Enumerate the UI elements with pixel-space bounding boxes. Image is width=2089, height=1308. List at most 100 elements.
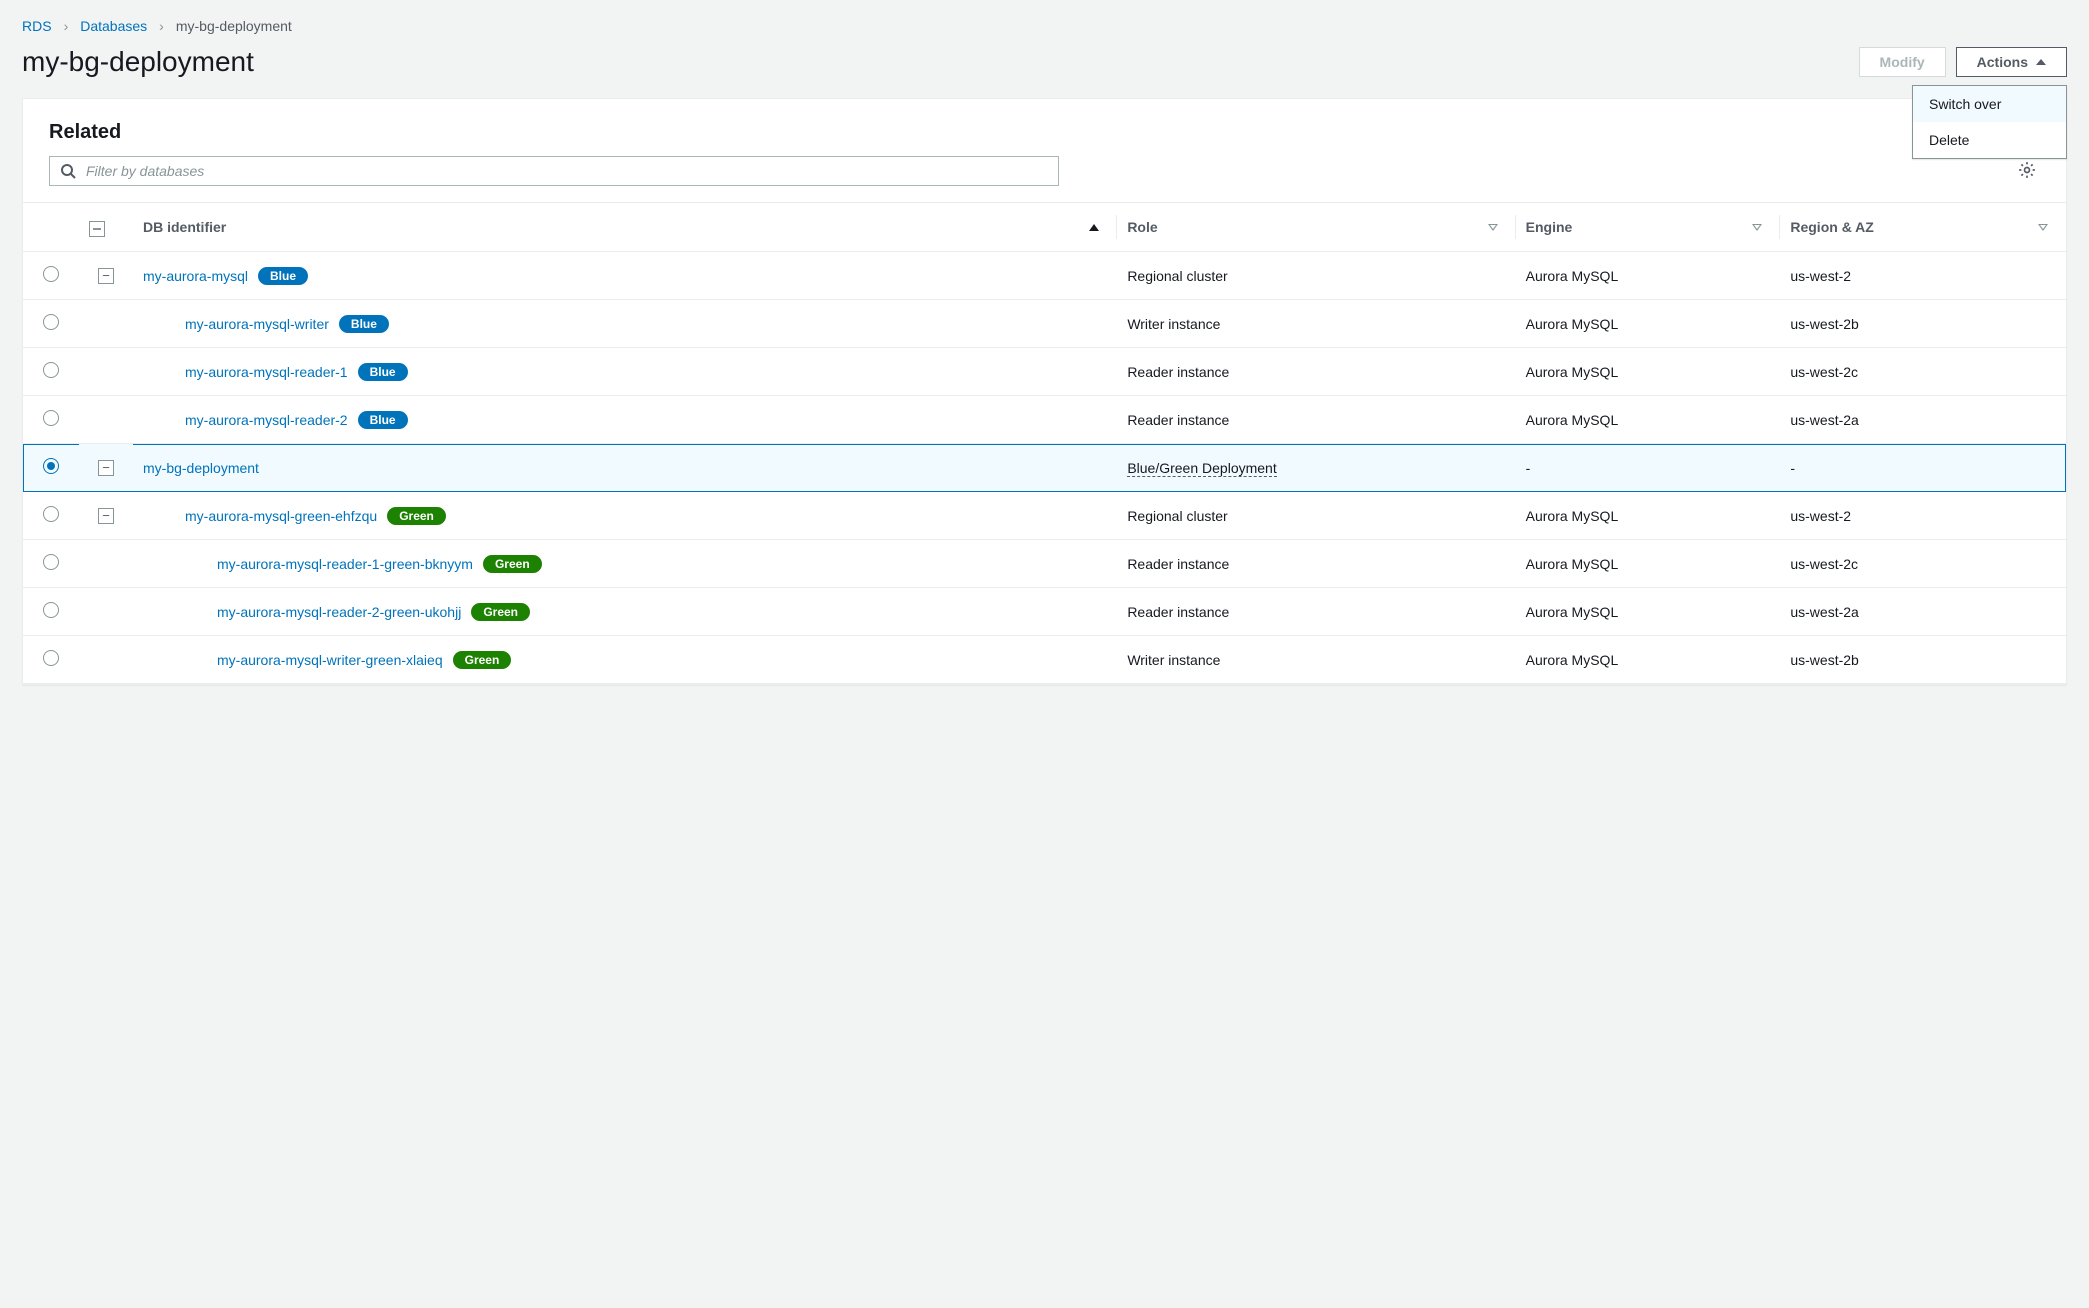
- table-row[interactable]: − my-aurora-mysql Blue Regional cluster Auro…: [23, 252, 2066, 300]
- db-identifier-link[interactable]: my-aurora-mysql: [143, 268, 248, 284]
- actions-button-label: Actions: [1977, 54, 2028, 70]
- expand-toggle[interactable]: −: [98, 268, 114, 284]
- filter-input[interactable]: [86, 163, 1048, 179]
- sort-asc-icon: [1089, 224, 1099, 231]
- sort-icon: [2038, 224, 2048, 231]
- role-value: Writer instance: [1127, 316, 1220, 332]
- expand-toggle[interactable]: −: [98, 460, 114, 476]
- select-radio[interactable]: [43, 266, 59, 282]
- region-value: us-west-2a: [1780, 396, 2066, 444]
- role-value: Regional cluster: [1127, 508, 1227, 524]
- expand-toggle[interactable]: −: [98, 508, 114, 524]
- engine-value: Aurora MySQL: [1516, 540, 1781, 588]
- col-region[interactable]: Region & AZ: [1780, 203, 2066, 252]
- db-identifier-link[interactable]: my-aurora-mysql-reader-1: [185, 364, 348, 380]
- select-radio[interactable]: [43, 458, 59, 474]
- select-radio[interactable]: [43, 602, 59, 618]
- select-radio[interactable]: [43, 554, 59, 570]
- role-value: Reader instance: [1127, 364, 1229, 380]
- table-row[interactable]: − my-bg-deployment Blue/Green Deployment --: [23, 444, 2066, 492]
- select-radio[interactable]: [43, 650, 59, 666]
- col-select: [23, 203, 79, 252]
- breadcrumb-current: my-bg-deployment: [176, 18, 292, 34]
- region-value: us-west-2a: [1780, 588, 2066, 636]
- region-value: us-west-2: [1780, 492, 2066, 540]
- breadcrumb: RDS › Databases › my-bg-deployment: [22, 18, 2067, 34]
- actions-button[interactable]: Actions: [1956, 47, 2067, 77]
- region-value: us-west-2c: [1780, 348, 2066, 396]
- col-identifier[interactable]: DB identifier: [133, 203, 1117, 252]
- db-identifier-link[interactable]: my-aurora-mysql-writer-green-xlaieq: [217, 652, 443, 668]
- action-switch-over[interactable]: Switch over: [1913, 86, 2066, 122]
- breadcrumb-root[interactable]: RDS: [22, 18, 52, 34]
- role-value: Writer instance: [1127, 652, 1220, 668]
- green-badge: Green: [453, 651, 512, 669]
- table-row[interactable]: − my-aurora-mysql-green-ehfzqu Green Region…: [23, 492, 2066, 540]
- search-icon: [60, 163, 76, 179]
- col-role-label: Role: [1127, 219, 1157, 235]
- role-value: Regional cluster: [1127, 268, 1227, 284]
- col-identifier-label: DB identifier: [143, 219, 226, 235]
- caret-up-icon: [2036, 59, 2046, 65]
- region-value: us-west-2b: [1780, 636, 2066, 684]
- databases-table: DB identifier Role Engine Region & AZ − m…: [23, 202, 2066, 684]
- select-radio[interactable]: [43, 506, 59, 522]
- engine-value: Aurora MySQL: [1516, 348, 1781, 396]
- blue-badge: Blue: [358, 411, 408, 429]
- engine-value: Aurora MySQL: [1516, 252, 1781, 300]
- engine-value: Aurora MySQL: [1516, 396, 1781, 444]
- region-value: us-west-2: [1780, 252, 2066, 300]
- blue-badge: Blue: [339, 315, 389, 333]
- blue-badge: Blue: [258, 267, 308, 285]
- select-radio[interactable]: [43, 314, 59, 330]
- green-badge: Green: [387, 507, 446, 525]
- col-role[interactable]: Role: [1117, 203, 1515, 252]
- blue-badge: Blue: [358, 363, 408, 381]
- select-radio[interactable]: [43, 410, 59, 426]
- gear-icon: [2018, 161, 2036, 179]
- role-value: Reader instance: [1127, 556, 1229, 572]
- modify-button[interactable]: Modify: [1859, 47, 1946, 77]
- settings-button[interactable]: [2014, 157, 2040, 186]
- breadcrumb-parent[interactable]: Databases: [80, 18, 147, 34]
- green-badge: Green: [483, 555, 542, 573]
- expand-all-toggle[interactable]: [89, 221, 105, 237]
- sort-icon: [1488, 224, 1498, 231]
- db-identifier-link[interactable]: my-aurora-mysql-writer: [185, 316, 329, 332]
- filter-input-wrapper[interactable]: [49, 156, 1059, 186]
- table-row[interactable]: my-aurora-mysql-reader-2 Blue Reader insta…: [23, 396, 2066, 444]
- region-value: -: [1780, 444, 2066, 492]
- table-row[interactable]: my-aurora-mysql-reader-2-green-ukohjj Gre…: [23, 588, 2066, 636]
- chevron-right-icon: ›: [64, 18, 69, 34]
- col-engine-label: Engine: [1526, 219, 1573, 235]
- actions-dropdown: Switch over Delete: [1912, 85, 2067, 159]
- action-delete[interactable]: Delete: [1913, 122, 2066, 158]
- role-value: Reader instance: [1127, 604, 1229, 620]
- db-identifier-link[interactable]: my-aurora-mysql-reader-1-green-bknyym: [217, 556, 473, 572]
- sort-icon: [1752, 224, 1762, 231]
- page-title: my-bg-deployment: [22, 46, 254, 78]
- col-region-label: Region & AZ: [1790, 219, 1873, 235]
- related-panel: Related DB identifier Role Engine Region…: [22, 98, 2067, 685]
- table-row[interactable]: my-aurora-mysql-reader-1-green-bknyym Gre…: [23, 540, 2066, 588]
- col-expand[interactable]: [79, 203, 133, 252]
- col-engine[interactable]: Engine: [1516, 203, 1781, 252]
- engine-value: Aurora MySQL: [1516, 492, 1781, 540]
- panel-title: Related: [49, 121, 2040, 144]
- table-row[interactable]: my-aurora-mysql-writer Blue Writer instanc…: [23, 300, 2066, 348]
- db-identifier-link[interactable]: my-aurora-mysql-reader-2: [185, 412, 348, 428]
- engine-value: Aurora MySQL: [1516, 636, 1781, 684]
- select-radio[interactable]: [43, 362, 59, 378]
- green-badge: Green: [471, 603, 530, 621]
- region-value: us-west-2b: [1780, 300, 2066, 348]
- db-identifier-link[interactable]: my-aurora-mysql-green-ehfzqu: [185, 508, 377, 524]
- engine-value: Aurora MySQL: [1516, 300, 1781, 348]
- role-value: Blue/Green Deployment: [1127, 460, 1276, 477]
- db-identifier-link[interactable]: my-bg-deployment: [143, 460, 259, 476]
- db-identifier-link[interactable]: my-aurora-mysql-reader-2-green-ukohjj: [217, 604, 461, 620]
- chevron-right-icon: ›: [159, 18, 164, 34]
- table-row[interactable]: my-aurora-mysql-writer-green-xlaieq Green…: [23, 636, 2066, 684]
- table-row[interactable]: my-aurora-mysql-reader-1 Blue Reader insta…: [23, 348, 2066, 396]
- engine-value: -: [1516, 444, 1781, 492]
- role-value: Reader instance: [1127, 412, 1229, 428]
